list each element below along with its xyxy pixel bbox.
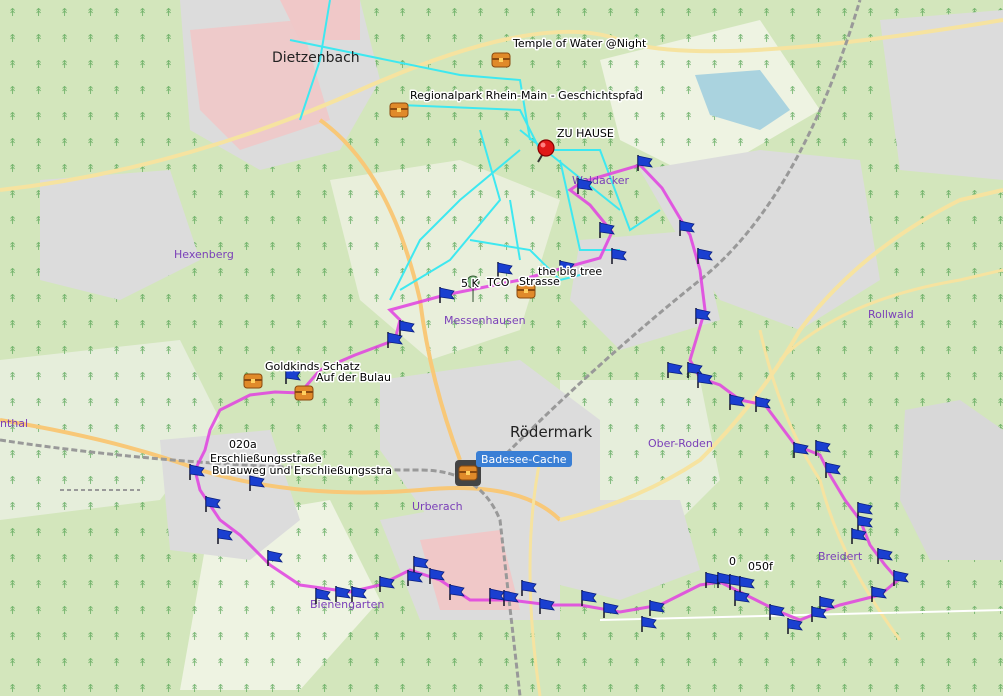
place-label-dietzenbach: Dietzenbach [272, 50, 360, 66]
cache-chest-icon[interactable] [491, 52, 511, 68]
cache-label-bulauweg: Bulauweg und Erschließungsstra [212, 464, 392, 477]
place-label-hexenberg: Hexenberg [174, 248, 234, 261]
map-canvas[interactable]: ↟ [0, 0, 1003, 696]
cache-label-020a: 020a [229, 438, 257, 451]
cache-label-bulau: Auf der Bulau [316, 371, 391, 384]
cache-chest-icon[interactable] [389, 102, 409, 118]
cache-label-badesee: Badesee-Cache [481, 453, 567, 466]
cache-label-regionalpark: Regionalpark Rhein-Main - Geschichtspfad [410, 89, 643, 102]
place-label-breidert: Breidert [818, 550, 863, 563]
place-label-urberach: Urberach [412, 500, 463, 513]
place-label-messenhausen: Messenhausen [444, 314, 526, 327]
cache-label-strasse: Strasse [519, 275, 560, 288]
cache-label-tco: TCO [486, 276, 510, 289]
cache-chest-icon[interactable] [243, 373, 263, 389]
cache-label-zuhause: ZU HAUSE [557, 127, 614, 140]
place-label-rodermark: Rödermark [510, 423, 593, 441]
cache-label-temple: Temple of Water @Night [512, 37, 647, 50]
cache-label-050f: 050f [748, 560, 774, 573]
cache-label-0: 0 [729, 555, 736, 568]
cache-label-5k: 5 K [461, 277, 479, 290]
place-label-ober-roden: Ober-Roden [648, 437, 713, 450]
place-label-enthal: nthal [0, 417, 28, 430]
place-label-bienengarten: Bienengarten [310, 598, 384, 611]
badesee-cache-label-badge[interactable]: Badesee-Cache [476, 451, 572, 467]
place-label-rollwald: Rollwald [868, 308, 914, 321]
cache-chest-icon[interactable] [294, 385, 314, 401]
